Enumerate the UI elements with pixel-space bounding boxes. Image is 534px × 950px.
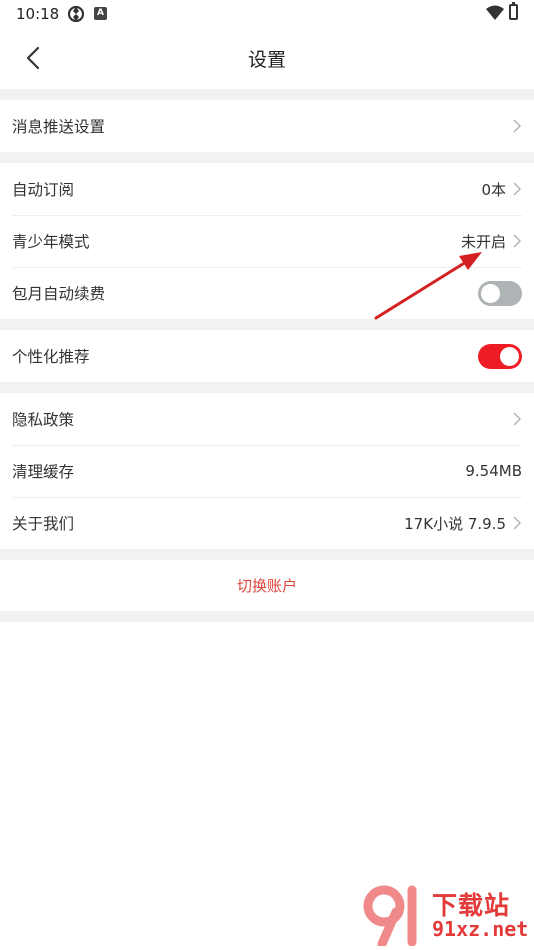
section-divider [0,549,534,560]
toggle-knob [481,283,500,303]
chevron-right-icon [512,515,522,531]
row-label: 隐私政策 [12,411,75,429]
chevron-right-icon [512,411,522,427]
page-title: 设置 [247,49,286,71]
settings-group-about: 隐私政策 清理缓存 9.54MB 关于我们 17K小说 7.9.5 [0,393,534,549]
row-push-settings[interactable]: 消息推送设置 [0,100,534,152]
toggle-knob [500,346,519,366]
row-about-us[interactable]: 关于我们 17K小说 7.9.5 [0,497,534,549]
section-divider [0,319,534,330]
row-auto-subscribe[interactable]: 自动订阅 0本 [0,163,534,215]
a-notification-icon: A [94,7,107,20]
row-label: 包月自动续费 [12,285,106,303]
section-divider [0,611,534,622]
switch-account-button[interactable]: 切换账户 [0,560,534,611]
auto-renew-toggle[interactable] [478,280,522,306]
row-value: 未开启 [460,232,506,251]
row-label: 消息推送设置 [12,118,106,136]
row-value: 17K小说 7.9.5 [404,514,506,533]
watermark-91-icon [363,885,417,946]
title-bar: 设置 [0,28,534,89]
row-label: 关于我们 [12,515,75,533]
row-value: 9.54MB [465,462,522,480]
row-personalized-recommend: 个性化推荐 [0,330,534,382]
row-label: 清理缓存 [12,463,75,481]
section-divider [0,382,534,393]
settings-group-notifications: 消息推送设置 [0,100,534,152]
status-time: 10:18 [16,5,60,23]
status-bar: 10:18 A [0,0,534,28]
row-label: 青少年模式 [12,233,90,251]
row-label: 个性化推荐 [12,348,90,366]
watermark-domain: 91xz.net [432,917,529,941]
section-divider [0,152,534,163]
watermark-logo: 下载站 91xz.net [360,884,530,946]
wifi-icon [486,5,504,25]
section-divider [0,89,534,100]
row-clear-cache[interactable]: 清理缓存 9.54MB [0,445,534,497]
row-monthly-auto-renew: 包月自动续费 [0,267,534,319]
row-privacy-policy[interactable]: 隐私政策 [0,393,534,445]
chevron-right-icon [512,233,522,249]
battery-icon [509,2,518,20]
chevron-right-icon [512,181,522,197]
row-label: 自动订阅 [12,181,75,199]
row-value: 0本 [481,180,506,199]
row-teen-mode[interactable]: 青少年模式 未开启 [0,215,534,267]
sync-icon [66,5,86,27]
settings-group-recommendation: 个性化推荐 [0,330,534,382]
settings-group-subscription: 自动订阅 0本 青少年模式 未开启 包月自动续费 [0,163,534,319]
chevron-right-icon [512,118,522,134]
personalized-recommend-toggle[interactable] [478,343,522,369]
